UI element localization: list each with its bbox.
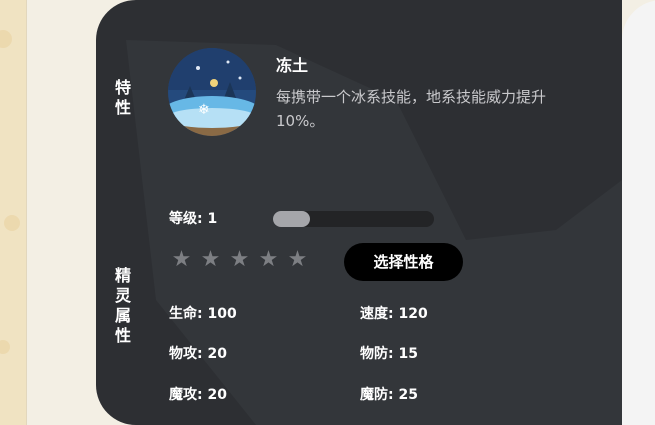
star-rating: ★ ★ ★ ★ ★ [170,247,309,273]
snowy-night-icon: ❄ [168,48,256,136]
trait-section-label: 特性 [114,78,131,117]
level-progress-bar [273,211,434,227]
level-label: 等级: 1 [169,211,218,227]
stat-magic-attack: 魔攻: 20 [169,387,227,403]
trait-name: 冻土 [276,56,309,75]
star-icon: ★ [258,247,279,272]
stat-speed: 速度: 120 [360,306,428,322]
pet-info-card: 特性 精灵属性 ❄ 冻土 每携带一个冰系技能，地系技能威力提升10%。 等级: … [96,0,622,425]
trait-description: 每携带一个冰系技能，地系技能威力提升10%。 [276,88,547,130]
stat-attack: 物攻: 20 [169,346,227,362]
star-icon: ★ [200,247,221,272]
attribute-section-label: 精灵属性 [114,266,131,345]
star-icon: ★ [171,247,192,272]
svg-text:❄: ❄ [198,102,210,118]
level-progress-fill [273,211,311,227]
background-strip [0,0,27,425]
stat-defense: 物防: 15 [360,346,418,362]
stat-hp: 生命: 100 [169,306,237,322]
side-panel [622,0,655,425]
star-icon: ★ [229,247,250,272]
star-icon: ★ [287,247,308,272]
stat-magic-defense: 魔防: 25 [360,387,418,403]
select-nature-button[interactable]: 选择性格 [344,243,463,281]
